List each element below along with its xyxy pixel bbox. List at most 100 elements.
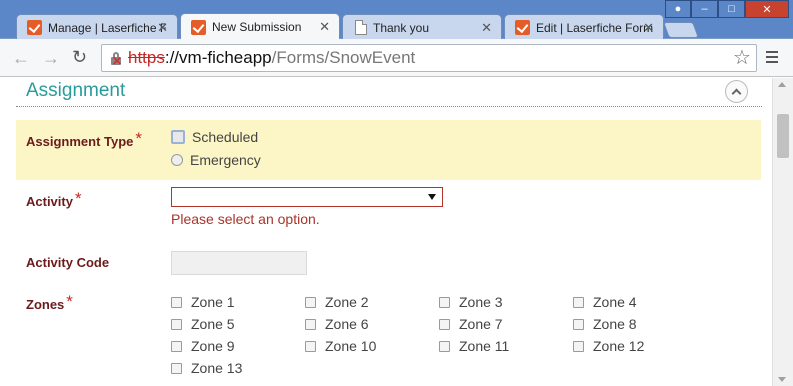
- tab-thank-you[interactable]: Thank you ✕: [342, 14, 502, 40]
- checkbox-zone-5[interactable]: Zone 5: [171, 316, 235, 332]
- checkbox[interactable]: [305, 318, 316, 330]
- scrollbar-thumb[interactable]: [777, 114, 789, 158]
- scroll-down-arrow-icon[interactable]: [778, 377, 786, 382]
- close-icon[interactable]: ✕: [481, 20, 492, 36]
- checkbox-zone-2[interactable]: Zone 2: [305, 294, 369, 310]
- activity-error-message: Please select an option.: [171, 211, 320, 227]
- close-window-button[interactable]: ✕: [745, 0, 789, 18]
- zones-label-text: Zones: [26, 297, 65, 312]
- checkbox-label: Zone 10: [325, 338, 377, 354]
- checkbox[interactable]: [171, 340, 182, 352]
- checkbox-label: Zone 3: [459, 294, 503, 310]
- activity-code-input: [171, 251, 307, 275]
- tab-title: Manage | Laserfiche F: [48, 20, 166, 35]
- required-marker: *: [66, 292, 73, 311]
- checkbox[interactable]: [573, 296, 584, 308]
- laserfiche-check-icon: [27, 20, 42, 35]
- tab-title: Thank you: [373, 20, 430, 35]
- checkbox[interactable]: [439, 340, 450, 352]
- maximize-button[interactable]: □: [718, 0, 745, 18]
- activity-code-label: Activity Code: [26, 255, 110, 270]
- checkbox-zone-8[interactable]: Zone 8: [573, 316, 637, 332]
- checkbox-zone-12[interactable]: Zone 12: [573, 338, 644, 354]
- document-icon: [355, 20, 367, 35]
- tab-manage[interactable]: Manage | Laserfiche F ✕: [16, 14, 178, 40]
- checkbox[interactable]: [171, 362, 182, 374]
- minimize-button[interactable]: –: [691, 0, 718, 18]
- checkbox-zone-11[interactable]: Zone 11: [439, 338, 509, 354]
- checkbox-label: Zone 2: [325, 294, 369, 310]
- reload-icon[interactable]: ↻: [72, 47, 87, 68]
- assignment-type-label: Assignment Type *: [26, 129, 143, 151]
- activity-label-text: Activity: [26, 194, 73, 209]
- close-icon[interactable]: ✕: [157, 20, 168, 36]
- activity-label: Activity *: [26, 189, 82, 211]
- checkbox-label: Zone 12: [593, 338, 645, 354]
- radio-button[interactable]: [171, 154, 183, 166]
- checkbox[interactable]: [305, 296, 316, 308]
- checkbox-label: Zone 7: [459, 316, 503, 332]
- collapse-section-button[interactable]: [725, 80, 748, 103]
- checkbox-label: Zone 1: [191, 294, 235, 310]
- tab-edit[interactable]: Edit | Laserfiche Form ✕: [504, 14, 664, 40]
- scroll-up-arrow-icon[interactable]: [778, 82, 786, 87]
- checkbox[interactable]: [573, 318, 584, 330]
- tab-title: New Submission: [212, 20, 302, 34]
- chevron-up-icon: [731, 88, 742, 99]
- section-divider: [16, 106, 762, 107]
- checkbox[interactable]: [439, 296, 450, 308]
- laserfiche-check-icon: [191, 19, 206, 35]
- url-host: vm-ficheapp: [179, 48, 272, 67]
- checkbox-zone-4[interactable]: Zone 4: [573, 294, 637, 310]
- page-content: Assignment Assignment Type * Scheduled Em…: [0, 78, 772, 386]
- forward-arrow-icon[interactable]: →: [42, 48, 60, 69]
- checkbox-label: Zone 9: [191, 338, 235, 354]
- checkbox-zone-1[interactable]: Zone 1: [171, 294, 235, 310]
- checkbox-zone-9[interactable]: Zone 9: [171, 338, 235, 354]
- radio-label: Scheduled: [192, 129, 259, 145]
- assignment-type-label-text: Assignment Type: [26, 134, 134, 149]
- radio-label: Emergency: [190, 152, 261, 168]
- tab-strip: Manage | Laserfiche F ✕ New Submission ✕…: [0, 0, 793, 40]
- checkbox-label: Zone 11: [459, 338, 510, 354]
- zones-label: Zones *: [26, 292, 73, 314]
- checkbox-label: Zone 6: [325, 316, 369, 332]
- broken-lock-icon: ✕: [111, 52, 123, 68]
- laserfiche-check-icon: [515, 20, 530, 35]
- checkbox[interactable]: [305, 340, 316, 352]
- checkbox-label: Zone 4: [593, 294, 637, 310]
- address-bar[interactable]: ✕ https://vm-ficheapp/Forms/SnowEvent: [101, 44, 757, 72]
- vertical-scrollbar[interactable]: [772, 78, 793, 386]
- checkbox[interactable]: [171, 296, 182, 308]
- activity-select[interactable]: [171, 187, 443, 207]
- radio-button[interactable]: [171, 130, 185, 144]
- checkbox-label: Zone 8: [593, 316, 637, 332]
- checkbox[interactable]: [439, 318, 450, 330]
- dropdown-arrow-icon: [428, 194, 436, 200]
- radio-emergency[interactable]: Emergency: [171, 152, 261, 168]
- checkbox-label: Zone 13: [191, 360, 243, 376]
- radio-scheduled[interactable]: Scheduled: [171, 129, 258, 145]
- bookmark-star-icon[interactable]: ☆: [733, 45, 751, 70]
- checkbox[interactable]: [573, 340, 584, 352]
- checkbox-zone-3[interactable]: Zone 3: [439, 294, 503, 310]
- tab-new-submission[interactable]: New Submission ✕: [180, 13, 340, 40]
- url-scheme: https: [128, 48, 165, 67]
- required-marker: *: [74, 189, 82, 208]
- back-arrow-icon[interactable]: ←: [12, 48, 30, 69]
- close-icon[interactable]: ✕: [319, 19, 330, 35]
- menu-icon[interactable]: [766, 51, 778, 66]
- checkbox-zone-6[interactable]: Zone 6: [305, 316, 369, 332]
- url-path: /Forms/SnowEvent: [271, 48, 416, 67]
- checkbox-zone-10[interactable]: Zone 10: [305, 338, 376, 354]
- tab-title: Edit | Laserfiche Form: [536, 20, 654, 35]
- checkbox-zone-7[interactable]: Zone 7: [439, 316, 503, 332]
- required-marker: *: [135, 129, 143, 148]
- url-separator: ://: [164, 48, 180, 67]
- checkbox[interactable]: [171, 318, 182, 330]
- close-icon[interactable]: ✕: [643, 20, 654, 36]
- new-tab-button[interactable]: [663, 22, 699, 38]
- user-profile-icon[interactable]: ●: [665, 0, 691, 18]
- browser-toolbar: ← → ↻ ✕ https://vm-ficheapp/Forms/SnowEv…: [0, 39, 793, 77]
- checkbox-zone-13[interactable]: Zone 13: [171, 360, 242, 376]
